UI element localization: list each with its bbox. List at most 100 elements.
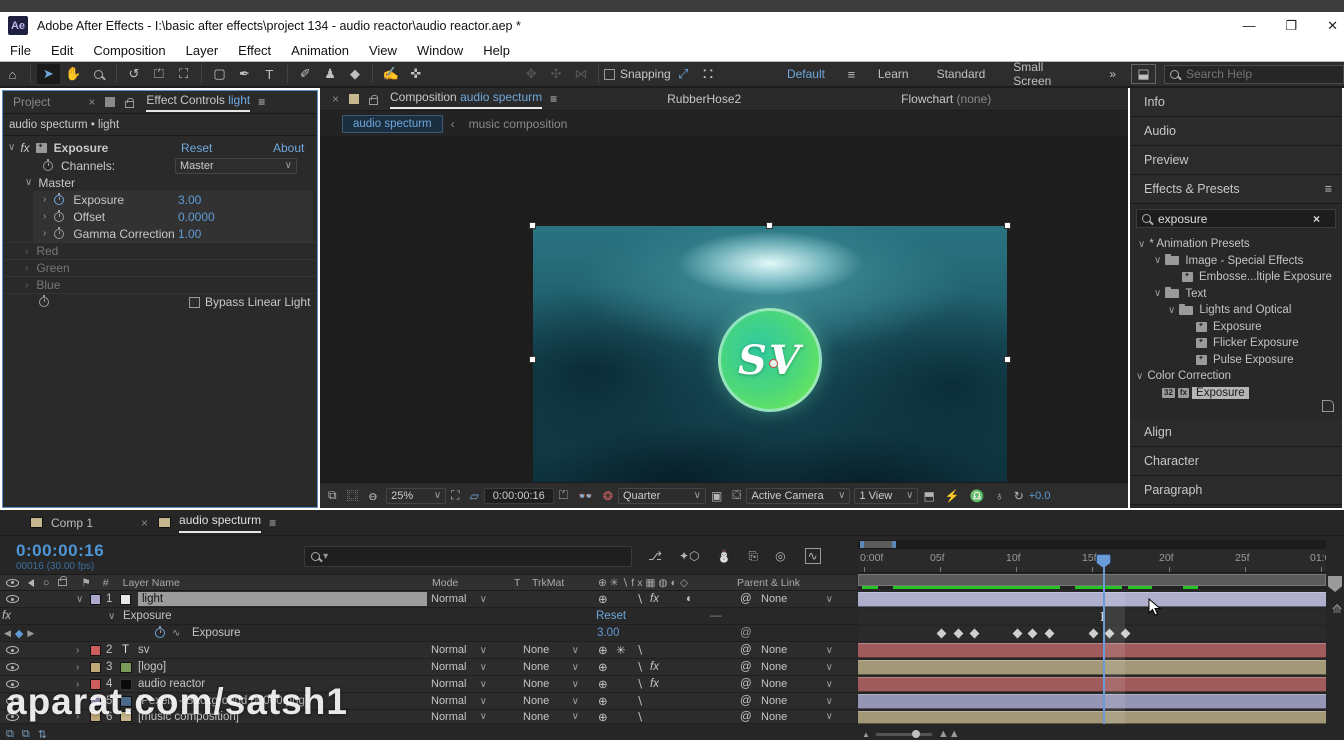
quality-switch-icon[interactable]: ∖	[636, 710, 643, 724]
effect-reset-link[interactable]: Reset	[181, 141, 212, 155]
menu-edit[interactable]: Edit	[41, 41, 83, 60]
tab-flowchart[interactable]: Flowchart (none)	[901, 92, 991, 106]
quality-switch-icon[interactable]: ∖	[636, 660, 643, 674]
layer-bar-light[interactable]	[858, 592, 1326, 607]
crumb-active-comp[interactable]: audio specturm	[342, 114, 443, 133]
effect-group-row[interactable]: fx ∨ Exposure Reset —	[0, 608, 857, 625]
red-group-caret[interactable]: ›	[25, 246, 28, 257]
exposure-expand-caret[interactable]: ›	[43, 194, 46, 205]
blend-mode-dropdown[interactable]: Normal ∨	[428, 661, 490, 673]
layer-twirl-caret[interactable]: ›	[76, 662, 79, 673]
zoom-slider-track[interactable]	[875, 729, 932, 738]
zoom-tool-icon[interactable]	[87, 64, 110, 84]
parent-dropdown[interactable]: None ∨	[758, 710, 836, 723]
label-swatch[interactable]	[90, 661, 101, 673]
tree-exposure-effect-selected[interactable]: 32 fx Exposure	[1130, 385, 1342, 402]
panel-align[interactable]: Align	[1130, 418, 1342, 447]
comp-panel-menu-icon[interactable]: ≡	[550, 92, 557, 106]
quality-switch-icon[interactable]: ∖	[636, 643, 643, 657]
zoom-out-mountain-icon[interactable]: ▲	[862, 730, 870, 739]
menu-layer[interactable]: Layer	[176, 41, 229, 60]
keyframe-icon[interactable]	[1012, 628, 1023, 639]
workspace-bar-icon[interactable]: ⬓	[1131, 64, 1156, 84]
minimize-button[interactable]: —	[1242, 18, 1255, 33]
resolution-dropdown[interactable]: Quarter ∨	[617, 487, 706, 504]
graph-icon[interactable]: ∿	[172, 628, 180, 639]
layer-name[interactable]: light	[138, 592, 427, 606]
parent-pickwhip-icon[interactable]: @	[740, 711, 752, 723]
shy-layers-icon[interactable]: ⛄	[717, 549, 732, 563]
quality-switch-icon[interactable]: ∖	[636, 694, 643, 708]
offset-stopwatch-icon[interactable]	[54, 209, 65, 222]
eye-icon[interactable]	[6, 646, 19, 654]
rotate-tool-icon[interactable]: ↺	[122, 64, 145, 84]
eye-icon[interactable]	[6, 595, 19, 603]
comp-button-icon[interactable]: ⟰	[1332, 602, 1342, 616]
reset-exposure-icon[interactable]: ↻	[1014, 489, 1024, 503]
comp-tab-close-icon[interactable]: ×	[332, 92, 339, 106]
pan-behind-tool-icon[interactable]: ⛶	[172, 64, 195, 84]
time-ruler[interactable]: 0:00f 05f 10f 15f 20f 25f 01:00f	[858, 550, 1326, 573]
tree-text[interactable]: ∨ Text	[1130, 286, 1342, 303]
exposure-stopwatch-icon[interactable]	[54, 192, 65, 205]
workspace-menu-icon[interactable]: ≡	[840, 64, 863, 84]
layer-name-column-label[interactable]: Layer Name	[123, 577, 180, 589]
workspace-small-screen[interactable]: Small Screen	[999, 60, 1095, 88]
clone-stamp-tool-icon[interactable]: ♟	[319, 64, 342, 84]
hand-tool-icon[interactable]: ✋	[62, 64, 85, 84]
work-area-bar[interactable]	[858, 574, 1326, 586]
keyframe-icon[interactable]	[969, 628, 980, 639]
fx-badge-icon[interactable]: fx	[20, 141, 29, 155]
panel-info[interactable]: Info	[1130, 88, 1342, 117]
trkmat-dropdown[interactable]: None ∨	[520, 695, 582, 707]
layer-bar-pexels[interactable]	[858, 694, 1326, 709]
fx-switch-icon[interactable]: fx	[650, 661, 659, 673]
snap-options-icon[interactable]: ⤢	[672, 64, 695, 84]
pixel-aspect-icon[interactable]: ⬒	[923, 489, 934, 503]
crumb-parent-comp[interactable]: music composition	[469, 117, 568, 131]
collapse-switch-icon[interactable]: ⊕	[598, 710, 608, 724]
gamma-expand-caret[interactable]: ›	[43, 228, 46, 239]
camera-tool-icon[interactable]: ⏍	[147, 64, 170, 84]
selection-handle[interactable]	[1004, 356, 1011, 363]
workspace-learn[interactable]: Learn	[864, 67, 923, 81]
blue-group-caret[interactable]: ›	[25, 280, 28, 291]
snapshot-icon[interactable]: ⏍	[559, 488, 568, 503]
effect-twirl-caret[interactable]: ∨	[108, 611, 115, 622]
trkmat-dropdown[interactable]: None ∨	[520, 644, 582, 656]
flowchart-jump-icon[interactable]: ♁	[995, 489, 1004, 503]
property-name[interactable]: Exposure	[192, 627, 241, 639]
menu-file[interactable]: File	[0, 41, 41, 60]
parent-pickwhip-icon[interactable]: @	[740, 593, 752, 605]
collapse-switch-icon[interactable]: ⊕	[598, 677, 608, 691]
parent-dropdown[interactable]: None ∨	[758, 644, 836, 656]
tab-effect-controls[interactable]: Effect Controls light	[146, 93, 251, 112]
timeline-search-box[interactable]: ▾	[304, 545, 633, 567]
offset-prop-value[interactable]: 0.0000	[178, 210, 215, 224]
home-tool-icon[interactable]: ⌂	[1, 64, 24, 84]
menu-effect[interactable]: Effect	[228, 41, 281, 60]
tree-animation-presets[interactable]: ∨ * Animation Presets	[1130, 236, 1342, 253]
project-tab-close-icon[interactable]: ×	[88, 95, 95, 109]
region-of-interest-icon[interactable]: ⛶	[451, 488, 459, 503]
collapse-switch-icon[interactable]: ⊕	[598, 592, 608, 606]
bypass-checkbox[interactable]	[189, 296, 200, 308]
motion-blur-switch-icon[interactable]: ◐	[686, 593, 693, 605]
gamma-prop-value[interactable]: 1.00	[178, 227, 201, 241]
motion-blur-icon[interactable]: ◎	[775, 549, 785, 563]
zoom-slider-knob[interactable]	[911, 729, 920, 738]
composition-frame[interactable]: SV	[529, 222, 1011, 497]
gamma-stopwatch-icon[interactable]	[54, 226, 65, 239]
layer-bar-audio-reactor[interactable]	[858, 677, 1326, 692]
effects-presets-search-input[interactable]	[1158, 211, 1313, 226]
keyframe-track[interactable]	[858, 626, 1326, 641]
playhead-line[interactable]	[1103, 566, 1105, 724]
selection-handle[interactable]	[766, 222, 773, 229]
draft-3d-icon[interactable]: ✦⬡	[679, 549, 700, 563]
quality-switch-icon[interactable]: ∖	[636, 677, 643, 691]
fx-switch-icon[interactable]: fx	[650, 678, 659, 690]
effect-reset-link[interactable]: Reset	[596, 610, 626, 622]
menu-view[interactable]: View	[359, 41, 407, 60]
tab-project[interactable]: Project	[13, 95, 50, 109]
collapse-switch-icon[interactable]: ⊕	[598, 660, 608, 674]
